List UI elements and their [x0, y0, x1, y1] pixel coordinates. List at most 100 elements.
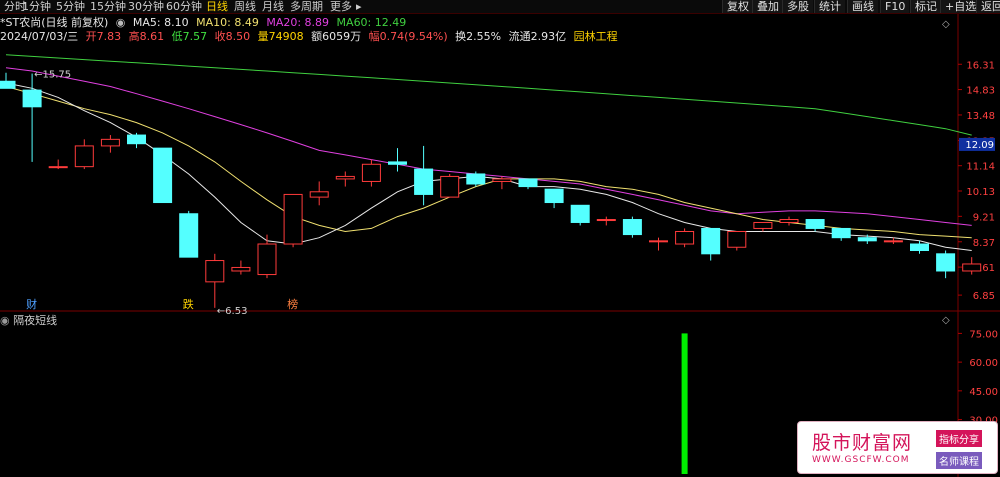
quote-date: 2024/07/03/三 [0, 30, 79, 43]
candle-body-32[interactable] [831, 227, 851, 239]
toolbar-button-2[interactable]: 多股 [782, 0, 813, 13]
event-marker-1[interactable]: 跌 [183, 297, 194, 311]
quote-volume: 量74908 [257, 30, 304, 43]
watermark-url: WWW.GSCFW.COM [812, 455, 910, 465]
settings-icon[interactable]: ◇ [942, 19, 950, 30]
price-label-6: 9.21 [973, 212, 995, 223]
candle-body-4[interactable] [100, 138, 120, 147]
toolbar: 分时 1分钟 5分钟 15分钟 30分钟 60分钟 日线 周线 月线 多周期 更多 ▸ 复权 叠加 多股 统计… [0, 0, 1000, 14]
watermark: 股市财富网 WWW.GSCFW.COM 指标分享 名师课程 [797, 421, 998, 474]
sub-panel-title: ◉ 隔夜短线 [0, 314, 57, 327]
toolbar-button-6[interactable]: 标记 [910, 0, 941, 13]
more-arrow-icon[interactable]: ▸ [356, 0, 362, 13]
quote-close: 收8.50 [214, 30, 251, 43]
candle-body-19[interactable] [492, 178, 512, 182]
watermark-title: 股市财富网 [812, 432, 913, 454]
candle-body-10[interactable] [257, 243, 277, 276]
toolbar-button-5[interactable]: F10 [880, 0, 910, 13]
candle-body-17[interactable] [440, 175, 460, 198]
candle-body-12[interactable] [309, 191, 329, 198]
candle-body-8[interactable] [205, 260, 225, 283]
price-label-0: 16.31 [966, 60, 995, 71]
candle-body-25[interactable] [649, 240, 668, 243]
event-marker-0[interactable]: 财 [26, 297, 37, 311]
candle-body-33[interactable] [857, 237, 877, 242]
quote-change: 幅0.74(9.54%) [368, 30, 448, 43]
ma60-line [5, 54, 972, 136]
candle-body-35[interactable] [910, 243, 929, 252]
candle-body-11[interactable] [283, 193, 303, 245]
timeframe-10[interactable]: 更多 [330, 0, 352, 13]
main-chart[interactable]: 16.3114.8313.4812.2511.1410.139.218.377.… [0, 0, 1000, 477]
candle-body-29[interactable] [753, 221, 773, 229]
stock-name: *ST农尚(日线 前复权) [0, 16, 109, 29]
candle-body-22[interactable] [570, 204, 590, 223]
event-marker-2[interactable]: 榜 [287, 297, 298, 311]
candle-body-18[interactable] [466, 173, 486, 185]
toolbar-button-3[interactable]: 统计 [814, 0, 845, 13]
candle-body-31[interactable] [805, 219, 825, 229]
candle-body-34[interactable] [883, 240, 903, 243]
candle-body-26[interactable] [675, 230, 695, 245]
price-label-5: 10.13 [966, 187, 995, 198]
candle-body-36[interactable] [936, 253, 956, 272]
quote-low: 低7.57 [171, 30, 208, 43]
candle-body-6[interactable] [153, 147, 173, 204]
watermark-tag-indicator: 指标分享 [936, 430, 982, 447]
candle-body-9[interactable] [231, 266, 251, 272]
candle-body-20[interactable] [518, 178, 538, 188]
timeframe-9[interactable]: 多周期 [290, 0, 323, 13]
candle-body-1[interactable] [22, 89, 42, 108]
toolbar-button-7[interactable]: +自选 [940, 0, 981, 13]
indicator-icon[interactable]: ◉ [0, 314, 10, 327]
watermark-tag-course: 名师课程 [936, 452, 982, 469]
candle-body-30[interactable] [779, 219, 799, 223]
price-label-2: 13.48 [966, 111, 995, 122]
timeframe-2[interactable]: 5分钟 [56, 0, 85, 13]
ma60-label: MA60: 12.49 [336, 16, 407, 29]
candle-body-7[interactable] [179, 213, 199, 258]
timeframe-3[interactable]: 15分钟 [90, 0, 126, 13]
timeframe-4[interactable]: 30分钟 [128, 0, 164, 13]
candle-body-21[interactable] [544, 188, 564, 204]
candle-body-15[interactable] [388, 161, 407, 165]
candle-body-5[interactable] [127, 134, 146, 145]
ma-legend: *ST农尚(日线 前复权) ◉ MA5: 8.10 MA10: 8.49 MA2… [0, 16, 410, 29]
signal-bar [681, 333, 688, 474]
low-annotation: ←6.53 [217, 306, 248, 317]
quote-turnover: 换2.55% [455, 30, 502, 43]
candle-body-28[interactable] [727, 230, 747, 248]
candle-body-16[interactable] [414, 168, 434, 195]
quote-info: 2024/07/03/三 开7.83 高8.61 低7.57 收8.50 量74… [0, 30, 622, 43]
quote-amount: 额6059万 [311, 30, 362, 43]
sub-label-1: 60.00 [969, 358, 998, 369]
price-label-1: 14.83 [966, 86, 995, 97]
toolbar-button-4[interactable]: 画线 [847, 0, 878, 13]
candle-body-37[interactable] [962, 263, 982, 272]
ma10-line [5, 86, 972, 239]
ma5-line [5, 82, 972, 251]
candle-body-13[interactable] [335, 175, 355, 180]
collapse-icon[interactable]: ◉ [116, 16, 126, 29]
candle-body-3[interactable] [74, 145, 94, 168]
timeframe-6[interactable]: 日线 [206, 0, 228, 13]
toolbar-button-8[interactable]: 返回 [976, 0, 1000, 13]
candle-body-24[interactable] [622, 219, 642, 236]
timeframe-7[interactable]: 周线 [234, 0, 256, 13]
quote-sector[interactable]: 园林工程 [574, 30, 618, 43]
toolbar-button-0[interactable]: 复权 [722, 0, 753, 13]
timeframe-1[interactable]: 1分钟 [22, 0, 51, 13]
candle-body-27[interactable] [701, 227, 721, 255]
candle-body-0[interactable] [0, 80, 16, 89]
toolbar-button-1[interactable]: 叠加 [752, 0, 783, 13]
candle-body-14[interactable] [361, 163, 381, 182]
sub-label-0: 75.00 [969, 329, 998, 340]
sub-label-2: 45.00 [969, 387, 998, 398]
candle-body-23[interactable] [596, 219, 616, 222]
sub-settings-icon[interactable]: ◇ [942, 315, 950, 326]
timeframe-8[interactable]: 月线 [262, 0, 284, 13]
candle-body-2[interactable] [48, 166, 68, 169]
ma20-label: MA20: 8.89 [266, 16, 330, 29]
high-annotation: ←15.75 [34, 70, 71, 81]
timeframe-5[interactable]: 60分钟 [166, 0, 202, 13]
